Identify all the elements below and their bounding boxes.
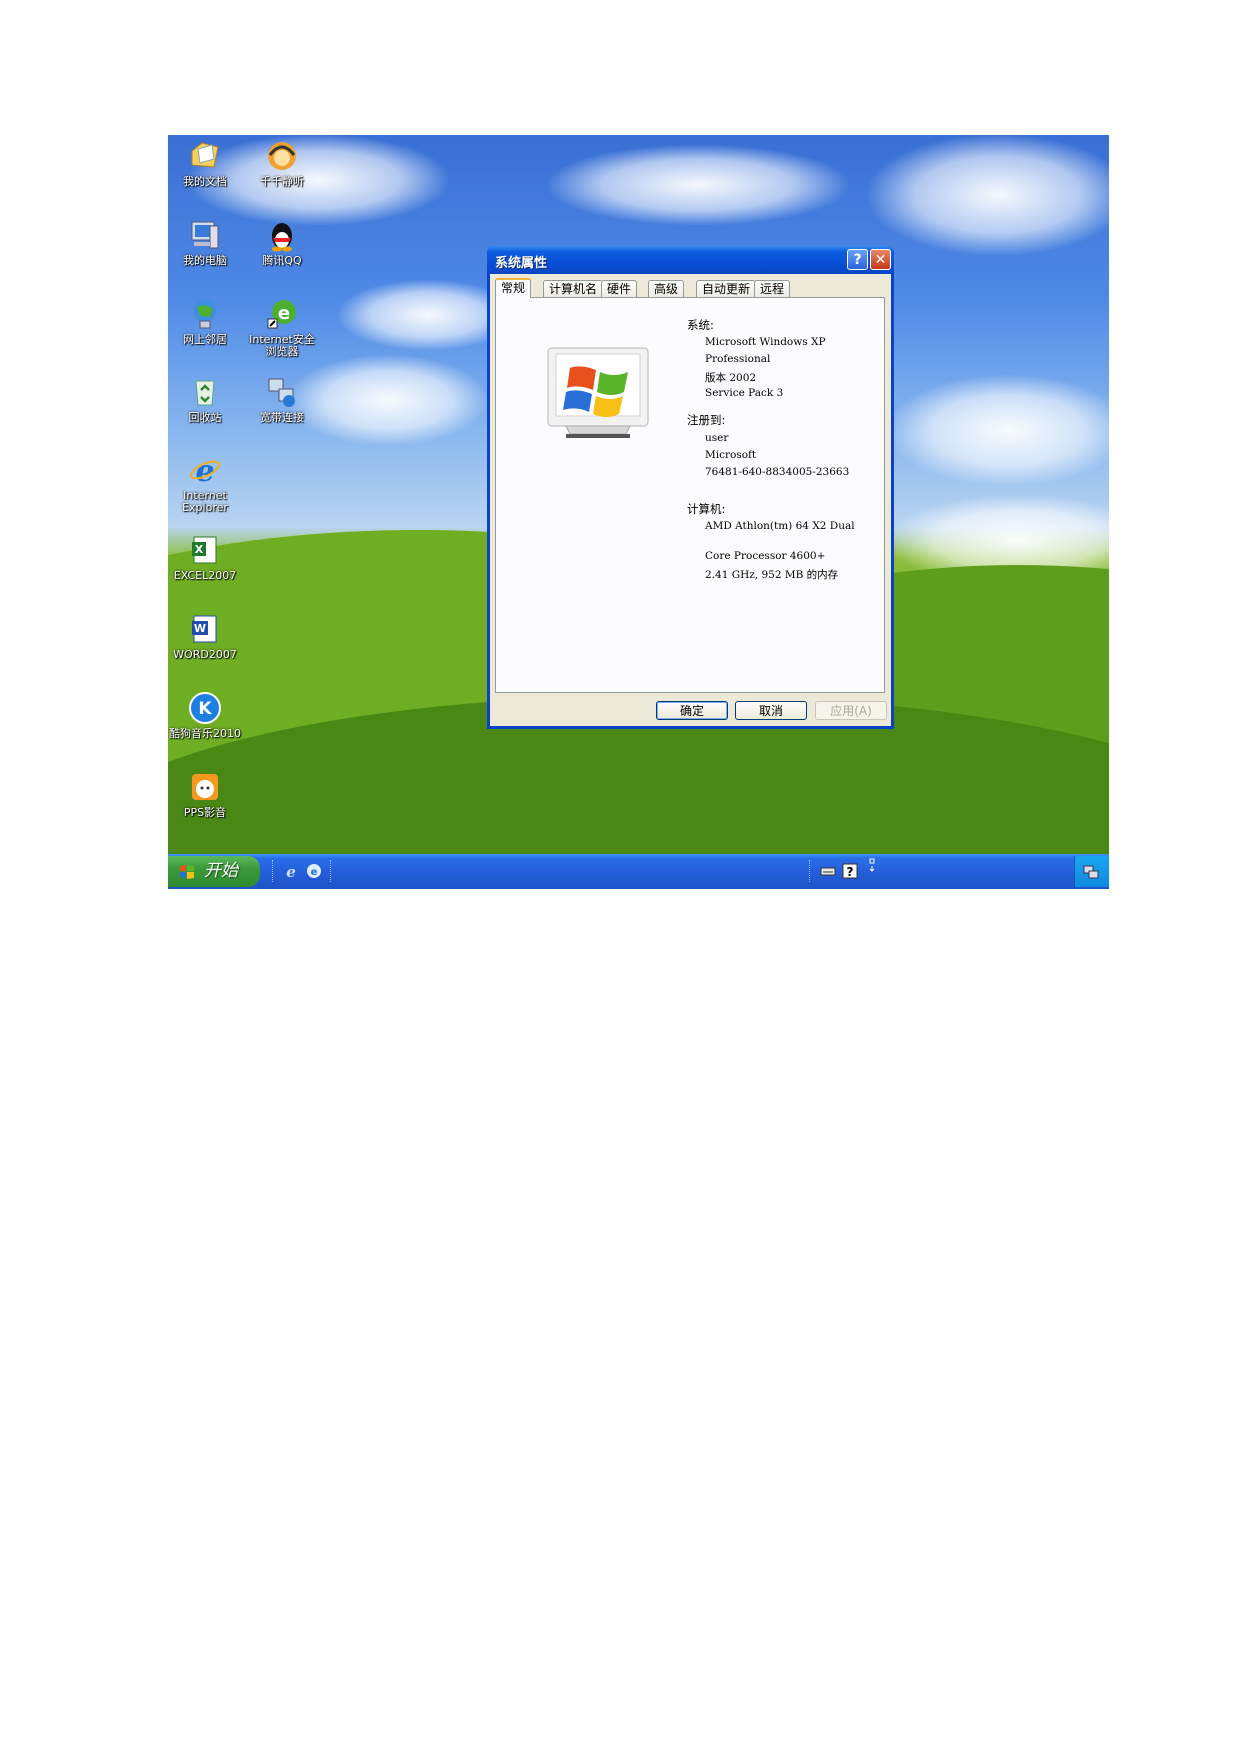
keyboard-icon[interactable] — [820, 863, 836, 879]
svg-text:e: e — [278, 303, 290, 324]
svg-text:e: e — [195, 454, 214, 487]
computer-line: AMD Athlon(tm) 64 X2 Dual — [705, 520, 855, 532]
excel-icon: X — [192, 536, 217, 564]
system-line: Microsoft Windows XP — [705, 336, 826, 348]
taskbar-separator — [809, 860, 813, 882]
desktop-icon-qq[interactable]: 腾讯QQ — [242, 218, 322, 267]
desktop-icon-label: WORD2007 — [173, 648, 237, 661]
pps-icon — [192, 774, 218, 800]
start-button[interactable]: 开始 — [168, 856, 260, 887]
dialog-titlebar[interactable]: 系统属性 ? ✕ — [487, 246, 894, 274]
close-button[interactable]: ✕ — [870, 249, 891, 270]
svg-text:W: W — [194, 622, 206, 635]
tab-remote[interactable]: 远程 — [754, 280, 791, 297]
desktop-icon-ttplayer[interactable]: 千千静听 — [242, 139, 322, 188]
broadband-connection-icon — [268, 378, 295, 407]
registered-heading: 注册到: — [687, 413, 726, 427]
system-heading: 系统: — [687, 318, 714, 332]
my-documents-icon — [191, 142, 219, 168]
qq-icon — [272, 223, 292, 252]
registered-line: user — [705, 432, 729, 444]
help-icon[interactable]: ? — [842, 863, 858, 879]
sky-cloud — [868, 135, 1109, 255]
desktop: 我的文档 千千静听 我的电脑 腾讯QQ 网上邻居 e Internet安全 浏览… — [168, 135, 1109, 889]
desktop-icon-recycle-bin[interactable]: 回收站 — [168, 375, 245, 424]
desktop-icon-label-line2: 浏览器 — [265, 345, 299, 358]
taskbar: 开始 e e ? — [168, 854, 1109, 889]
desktop-icon-my-computer[interactable]: 我的电脑 — [168, 218, 245, 267]
recycle-bin-icon — [195, 380, 215, 406]
desktop-icon-kugou[interactable]: K 酷狗音乐2010 — [168, 691, 245, 740]
desktop-icon-label: 我的文档 — [183, 175, 227, 188]
svg-text:K: K — [198, 699, 212, 719]
windows-logo-icon — [547, 347, 649, 438]
desktop-icon-label: 千千静听 — [260, 175, 304, 188]
desktop-icon-secure-browser[interactable]: e Internet安全 浏览器 — [242, 297, 322, 358]
arrows-icon[interactable] — [864, 857, 880, 873]
svg-text:?: ? — [847, 865, 854, 879]
system-line: 版本 2002 — [705, 372, 757, 384]
taskbar-separator — [330, 860, 334, 882]
svg-text:e: e — [286, 863, 296, 879]
taskbar-separator — [272, 860, 276, 882]
ttplayer-icon — [268, 142, 296, 170]
svg-text:e: e — [311, 867, 318, 878]
internet-explorer-icon: e — [190, 454, 220, 487]
network-connection-icon[interactable] — [1083, 864, 1099, 880]
apply-button[interactable]: 应用(A) — [815, 701, 887, 720]
computer-line: Core Processor 4600+ — [705, 550, 826, 562]
desktop-icon-label: 腾讯QQ — [262, 254, 302, 267]
tab-computer-name[interactable]: 计算机名 — [543, 280, 604, 297]
desktop-icon-label: 回收站 — [188, 411, 222, 424]
desktop-icon-label: PPS影音 — [183, 806, 227, 819]
sky-cloud — [888, 375, 1109, 485]
desktop-icon-label: EXCEL2007 — [173, 569, 237, 582]
help-button[interactable]: ? — [847, 249, 868, 270]
kugou-icon: K — [189, 692, 221, 724]
desktop-icon-label: 网上邻居 — [183, 333, 227, 346]
desktop-icon-pps[interactable]: PPS影音 — [168, 770, 245, 819]
ok-button[interactable]: 确定 — [656, 701, 728, 720]
dialog-body: 常规 计算机名 硬件 高级 自动更新 远程 系统: Microsoft Wind… — [490, 274, 891, 726]
desktop-icon-label: 宽带连接 — [260, 411, 304, 424]
desktop-icon-my-documents[interactable]: 我的文档 — [168, 139, 245, 188]
system-tray[interactable] — [1074, 856, 1109, 887]
tab-automatic-updates[interactable]: 自动更新 — [696, 280, 757, 297]
internet-explorer-icon[interactable]: e — [283, 863, 299, 879]
dialog-title: 系统属性 — [495, 256, 548, 271]
desktop-icon-broadband[interactable]: 宽带连接 — [242, 375, 322, 424]
registered-line: Microsoft — [705, 449, 757, 461]
desktop-icon-network-places[interactable]: 网上邻居 — [168, 297, 245, 346]
windows-flag-icon — [180, 865, 194, 879]
tab-general[interactable]: 常规 — [495, 278, 532, 298]
desktop-icon-label: 酷狗音乐2010 — [169, 727, 241, 740]
desktop-icon-label: 我的电脑 — [183, 254, 227, 267]
general-tab-panel: 系统: Microsoft Windows XP Professional 版本… — [495, 297, 885, 693]
my-computer-icon — [191, 221, 219, 249]
sky-cloud — [548, 145, 848, 225]
svg-text:X: X — [195, 543, 204, 556]
computer-heading: 计算机: — [687, 502, 726, 516]
system-line: Service Pack 3 — [705, 387, 784, 399]
network-places-icon — [194, 300, 216, 329]
system-line: Professional — [705, 353, 771, 365]
desktop-icon-word[interactable]: W WORD2007 — [168, 612, 245, 661]
tab-advanced[interactable]: 高级 — [648, 280, 685, 297]
desktop-icon-excel[interactable]: X EXCEL2007 — [168, 533, 245, 582]
desktop-icon-label-line2: Explorer — [182, 501, 228, 514]
tab-hardware[interactable]: 硬件 — [601, 280, 638, 297]
secure-browser-icon: e — [267, 300, 296, 329]
start-label: 开始 — [204, 861, 238, 881]
desktop-icon-internet-explorer[interactable]: e Internet Explorer — [168, 453, 245, 514]
word-icon: W — [192, 615, 217, 643]
browser-icon[interactable]: e — [306, 863, 322, 879]
registered-line: 76481-640-8834005-23663 — [705, 466, 850, 478]
cancel-button[interactable]: 取消 — [735, 701, 807, 720]
computer-line: 2.41 GHz, 952 MB 的内存 — [705, 569, 839, 581]
system-properties-dialog: 系统属性 ? ✕ 常规 计算机名 硬件 高级 自动更新 远程 系统: Micro… — [487, 246, 894, 729]
